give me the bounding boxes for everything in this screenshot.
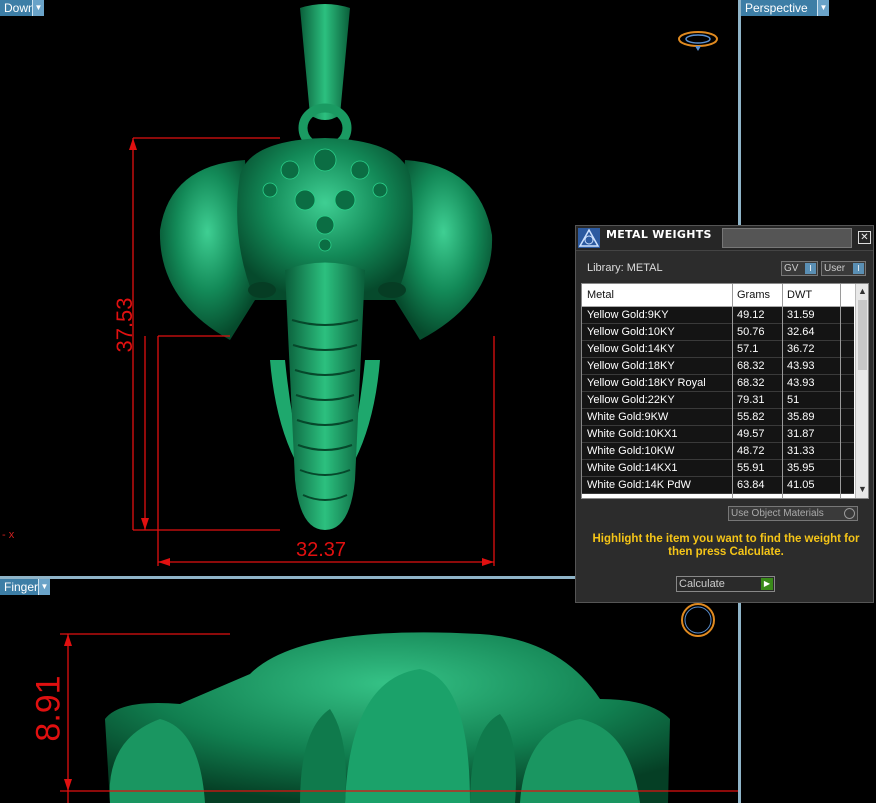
cell-metal: White Gold:14KX1 (587, 462, 678, 474)
cell-dwt: 43.93 (787, 377, 815, 389)
cell-metal: White Gold:10KX1 (587, 428, 678, 440)
calculate-button[interactable]: Calculate ▶ (676, 576, 775, 592)
radio-icon (844, 508, 855, 519)
viewport-menu-perspective-icon[interactable]: ▼ (817, 0, 829, 16)
scrollbar-thumb[interactable] (858, 300, 867, 370)
table-row[interactable]: Yellow Gold:18KY 68.32 43.93 (582, 358, 854, 375)
library-label: Library: METAL (587, 262, 663, 274)
cell-grams: 68.32 (737, 360, 765, 372)
panel-title: METAL WEIGHTS (606, 228, 712, 241)
viewport-label-finger[interactable]: Finger (0, 579, 38, 595)
table-row[interactable]: White Gold:9KW 55.82 35.89 (582, 409, 854, 426)
play-icon: ▶ (761, 578, 773, 590)
viewport-label-perspective[interactable]: Perspective (741, 0, 817, 16)
scroll-down-icon[interactable]: ▼ (856, 484, 868, 496)
table-row[interactable]: Yellow Gold:14KY 57.1 36.72 (582, 341, 854, 358)
cell-metal: White Gold:9KW (587, 411, 669, 423)
calculate-label: Calculate (679, 578, 725, 590)
cell-grams: 49.12 (737, 309, 765, 321)
cell-dwt: 51 (787, 394, 800, 406)
viewport-menu-down-icon[interactable]: ▼ (32, 0, 44, 16)
cell-dwt: 36.72 (787, 343, 815, 355)
pendant-side-model (60, 632, 738, 803)
cell-grams: 57.1 (737, 343, 759, 355)
gv-label: GV (784, 263, 799, 274)
cell-grams: 50.76 (737, 326, 765, 338)
column-separator (732, 284, 733, 498)
close-icon[interactable]: ✕ (858, 231, 871, 244)
table-row[interactable]: White Gold:10KW 48.72 31.33 (582, 443, 854, 460)
column-header-grams[interactable]: Grams (737, 289, 770, 301)
table-row[interactable]: Yellow Gold:9KY 49.12 31.59 (582, 307, 854, 324)
toggle-icon: I (853, 263, 864, 274)
user-toggle[interactable]: User I (821, 261, 866, 276)
metal-table[interactable]: Metal Grams DWT Yellow Gold:9KY 49.12 31.5… (581, 283, 869, 499)
dimension-width-label: 32.37 (296, 539, 347, 561)
viewport-finger[interactable]: 8.91 Finger ▼ (0, 579, 738, 803)
viewport-label-down[interactable]: Down (0, 0, 35, 16)
cell-grams: 55.91 (737, 462, 765, 474)
axis-label: - x (2, 529, 15, 541)
cell-metal: Yellow Gold:9KY (587, 309, 669, 321)
table-row[interactable]: Yellow Gold:10KY 50.76 32.64 (582, 324, 854, 341)
cell-dwt: 31.87 (787, 428, 815, 440)
toggle-icon: I (805, 263, 816, 274)
cell-dwt: 31.59 (787, 309, 815, 321)
dimension-depth-label: 8.91 (29, 675, 68, 742)
app-logo-icon (578, 228, 600, 248)
instruction-text: Highlight the item you want to find the … (592, 533, 860, 558)
dimension-height-label: 37.53 (112, 297, 137, 353)
table-row[interactable]: White Gold:14KX1 55.91 35.95 (582, 460, 854, 477)
column-separator (782, 284, 783, 498)
cell-grams: 49.57 (737, 428, 765, 440)
circle-gizmo-icon[interactable] (678, 600, 718, 640)
metal-weights-panel[interactable]: METAL WEIGHTS ✕ Library: METAL GV I User… (575, 225, 874, 603)
cell-dwt: 41.05 (787, 479, 815, 491)
cell-metal: Yellow Gold:18KY (587, 360, 675, 372)
cell-metal: Yellow Gold:18KY Royal (587, 377, 706, 389)
table-scrollbar[interactable]: ▲ ▼ (855, 284, 868, 498)
table-header: Metal Grams DWT (582, 284, 854, 307)
use-object-materials-checkbox[interactable]: Use Object Materials (728, 506, 858, 521)
cell-dwt: 31.33 (787, 445, 815, 457)
cell-metal: Yellow Gold:10KY (587, 326, 675, 338)
table-row[interactable]: Yellow Gold:18KY Royal 68.32 43.93 (582, 375, 854, 392)
ring-gizmo-icon[interactable] (677, 28, 719, 52)
cell-grams: 68.32 (737, 377, 765, 389)
table-row[interactable]: White Gold:14K PdW 63.84 41.05 (582, 477, 854, 494)
column-separator (840, 284, 841, 498)
cell-grams: 55.82 (737, 411, 765, 423)
cell-metal: Yellow Gold:22KY (587, 394, 675, 406)
cell-dwt: 35.89 (787, 411, 815, 423)
column-header-metal[interactable]: Metal (587, 289, 614, 301)
viewport-bottom-right[interactable] (741, 579, 876, 803)
cell-dwt: 32.64 (787, 326, 815, 338)
table-row[interactable]: White Gold:10KX1 49.57 31.87 (582, 426, 854, 443)
table-row[interactable]: Yellow Gold:22KY 79.31 51 (582, 392, 854, 409)
cell-dwt: 43.93 (787, 360, 815, 372)
cell-metal: White Gold:10KW (587, 445, 675, 457)
viewport-menu-finger-icon[interactable]: ▼ (38, 579, 50, 595)
cell-grams: 79.31 (737, 394, 765, 406)
cell-metal: Yellow Gold:14KY (587, 343, 675, 355)
user-label: User (824, 263, 846, 274)
gv-toggle[interactable]: GV I (781, 261, 818, 276)
column-header-dwt[interactable]: DWT (787, 289, 812, 301)
panel-titlebar[interactable]: METAL WEIGHTS ✕ (576, 226, 873, 251)
scroll-up-icon[interactable]: ▲ (856, 286, 868, 298)
cell-dwt: 35.95 (787, 462, 815, 474)
use-object-materials-label: Use Object Materials (731, 508, 824, 519)
titlebar-filler (722, 228, 852, 248)
cell-grams: 48.72 (737, 445, 765, 457)
cell-grams: 63.84 (737, 479, 765, 491)
cell-metal: White Gold:14K PdW (587, 479, 691, 491)
